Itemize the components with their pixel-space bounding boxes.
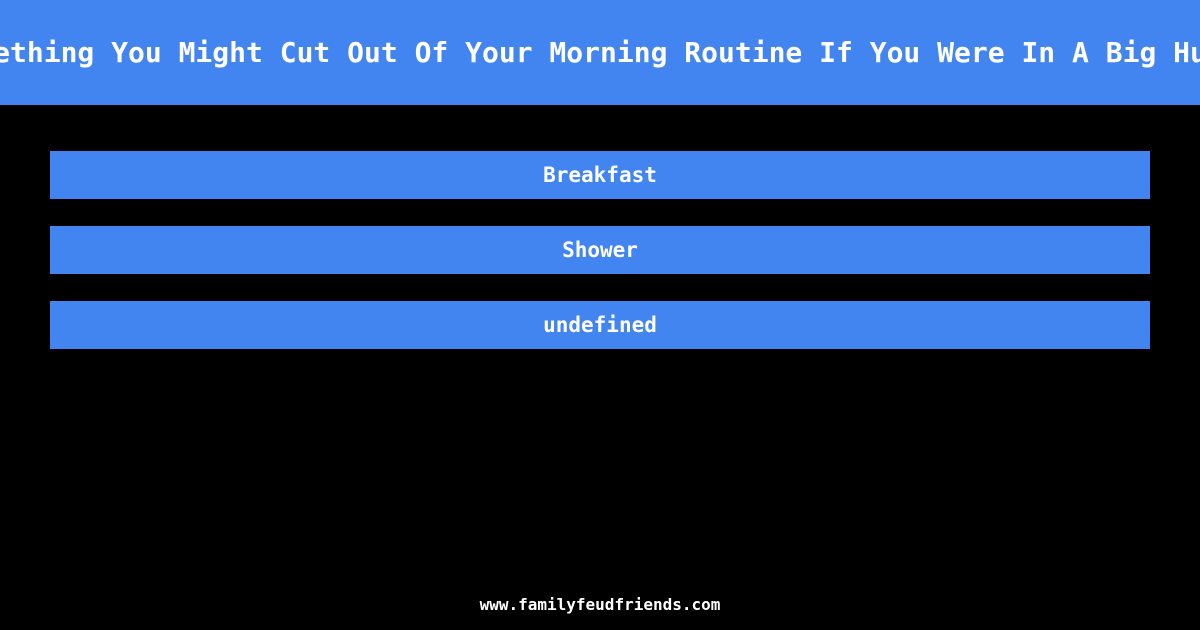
answer-text: Shower <box>562 238 638 262</box>
answer-text: Breakfast <box>543 163 657 187</box>
answer-card-page: Something You Might Cut Out Of Your Morn… <box>0 0 1200 630</box>
answer-list: Breakfast Shower undefined <box>50 151 1150 349</box>
site-url-label: www.familyfeudfriends.com <box>479 595 721 614</box>
answer-row[interactable]: Shower <box>50 226 1150 274</box>
answer-row[interactable]: Breakfast <box>50 151 1150 199</box>
footer: www.familyfeudfriends.com <box>0 595 1200 614</box>
answer-row[interactable]: undefined <box>50 301 1150 349</box>
question-title: Something You Might Cut Out Of Your Morn… <box>0 36 1200 69</box>
answer-text: undefined <box>543 313 657 337</box>
question-banner: Something You Might Cut Out Of Your Morn… <box>0 0 1200 105</box>
